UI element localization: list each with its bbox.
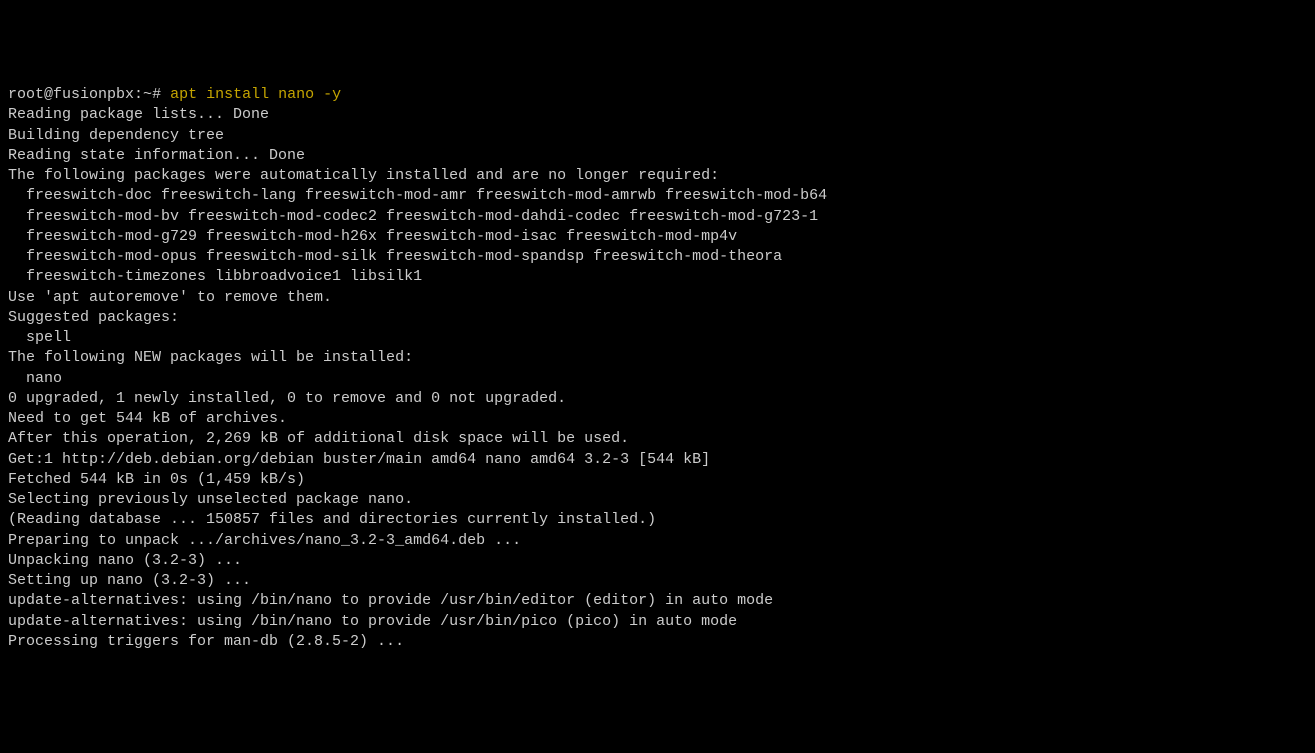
output-line: Preparing to unpack .../archives/nano_3.… [8, 531, 1307, 551]
prompt-user-host: root@fusionpbx [8, 86, 134, 103]
output-line: freeswitch-mod-opus freeswitch-mod-silk … [8, 247, 1307, 267]
output-line: freeswitch-mod-g729 freeswitch-mod-h26x … [8, 227, 1307, 247]
output-line: spell [8, 328, 1307, 348]
output-line: (Reading database ... 150857 files and d… [8, 510, 1307, 530]
output-line: Get:1 http://deb.debian.org/debian buste… [8, 450, 1307, 470]
output-line: After this operation, 2,269 kB of additi… [8, 429, 1307, 449]
output-line: The following packages were automaticall… [8, 166, 1307, 186]
output-line: update-alternatives: using /bin/nano to … [8, 612, 1307, 632]
output-line: Reading package lists... Done [8, 105, 1307, 125]
output-line: Fetched 544 kB in 0s (1,459 kB/s) [8, 470, 1307, 490]
output-line: 0 upgraded, 1 newly installed, 0 to remo… [8, 389, 1307, 409]
output-line: Need to get 544 kB of archives. [8, 409, 1307, 429]
output-line: freeswitch-doc freeswitch-lang freeswitc… [8, 186, 1307, 206]
output-line: update-alternatives: using /bin/nano to … [8, 591, 1307, 611]
prompt-separator: : [134, 86, 143, 103]
output-line: Use 'apt autoremove' to remove them. [8, 288, 1307, 308]
output-line: Unpacking nano (3.2-3) ... [8, 551, 1307, 571]
output-line: freeswitch-timezones libbroadvoice1 libs… [8, 267, 1307, 287]
prompt-path: ~ [143, 86, 152, 103]
output-line: Reading state information... Done [8, 146, 1307, 166]
terminal-output[interactable]: root@fusionpbx:~# apt install nano -yRea… [8, 85, 1307, 652]
prompt-symbol: # [152, 86, 161, 103]
output-line: nano [8, 369, 1307, 389]
output-line: freeswitch-mod-bv freeswitch-mod-codec2 … [8, 207, 1307, 227]
output-line: The following NEW packages will be insta… [8, 348, 1307, 368]
command-text: apt install nano -y [170, 86, 341, 103]
output-line: Processing triggers for man-db (2.8.5-2)… [8, 632, 1307, 652]
prompt-line: root@fusionpbx:~# apt install nano -y [8, 85, 1307, 105]
output-line: Selecting previously unselected package … [8, 490, 1307, 510]
output-line: Suggested packages: [8, 308, 1307, 328]
output-line: Setting up nano (3.2-3) ... [8, 571, 1307, 591]
output-line: Building dependency tree [8, 126, 1307, 146]
